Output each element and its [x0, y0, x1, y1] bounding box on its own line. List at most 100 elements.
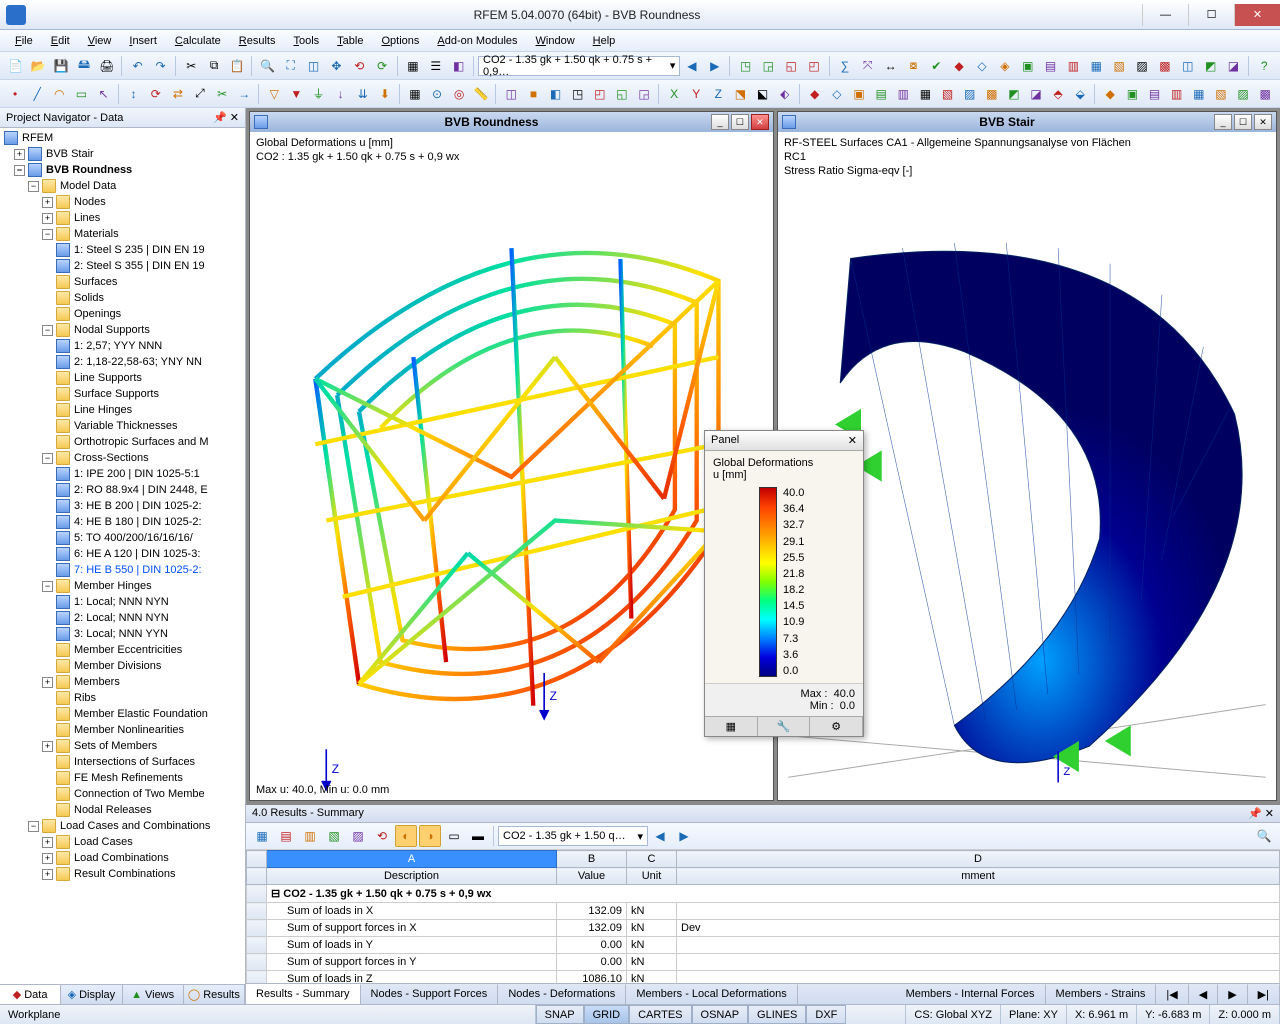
chk-icon[interactable]: ✔ — [926, 55, 947, 77]
undo-icon[interactable]: ↶ — [127, 55, 148, 77]
trans-icon[interactable]: ◧ — [546, 83, 566, 105]
iso-icon[interactable]: ◳ — [568, 83, 588, 105]
table-icon[interactable]: ▦ — [403, 55, 424, 77]
tree-lcc[interactable]: −Load Cases and Combinations — [0, 818, 245, 834]
solid-icon[interactable]: ■ — [523, 83, 543, 105]
sup2-icon[interactable]: ▼ — [286, 83, 306, 105]
menu-table[interactable]: Table — [328, 33, 372, 49]
pan-icon[interactable]: ✥ — [326, 55, 347, 77]
rtab-summary[interactable]: Results - Summary — [246, 984, 361, 1004]
tree-item[interactable]: −Nodal Supports — [0, 322, 245, 338]
line-icon[interactable]: ╱ — [27, 83, 47, 105]
res11-icon[interactable]: ◫ — [1177, 55, 1198, 77]
osnap-icon[interactable]: ◎ — [449, 83, 469, 105]
tree-item[interactable]: Solids — [0, 290, 245, 306]
res5-icon[interactable]: ▤ — [1040, 55, 1061, 77]
tree-root[interactable]: RFEM — [0, 130, 245, 146]
tree-item[interactable]: Openings — [0, 306, 245, 322]
col-a[interactable]: A — [267, 851, 557, 868]
res9-icon[interactable]: ▨ — [1132, 55, 1153, 77]
loadcase-dropdown[interactable]: CO2 - 1.35 gk + 1.50 qk + 0.75 s + 0,9…▾ — [478, 56, 680, 76]
tree-lcc-item[interactable]: +Load Combinations — [0, 850, 245, 866]
tree-lcc-item[interactable]: +Load Cases — [0, 834, 245, 850]
view1-canvas[interactable]: Global Deformations u [mm]CO2 : 1.35 gk … — [250, 132, 773, 800]
d4-icon[interactable]: ▤ — [871, 83, 891, 105]
cube2-icon[interactable]: ◲ — [758, 55, 779, 77]
rtab-memdef[interactable]: Members - Local Deformations — [626, 984, 797, 1004]
tree-item[interactable]: Surface Supports — [0, 386, 245, 402]
view1-close-button[interactable]: ✕ — [751, 114, 769, 130]
e2-icon[interactable]: ▣ — [1122, 83, 1142, 105]
maximize-button[interactable]: ☐ — [1188, 4, 1234, 26]
tree-item[interactable]: 1: Local; NNN NYN — [0, 594, 245, 610]
view1-min-button[interactable]: _ — [711, 114, 729, 130]
sel-icon[interactable]: ↖ — [94, 83, 114, 105]
col-d[interactable]: D — [677, 851, 1280, 868]
tree-item[interactable]: Connection of Two Membe — [0, 786, 245, 802]
header-unit[interactable]: Unit — [627, 868, 677, 885]
tree-item[interactable]: Variable Thicknesses — [0, 418, 245, 434]
front-icon[interactable]: ◰ — [590, 83, 610, 105]
rt-btn6-icon[interactable]: ⟲ — [371, 825, 393, 847]
res8-icon[interactable]: ▧ — [1109, 55, 1130, 77]
table-row[interactable]: Sum of support forces in X132.09kNDev — [247, 920, 1280, 937]
prev-lc-icon[interactable]: ◀ — [681, 55, 702, 77]
open-icon[interactable]: 📂 — [28, 55, 49, 77]
tree-item[interactable]: Member Elastic Foundation — [0, 706, 245, 722]
menu-file[interactable]: File — [6, 33, 42, 49]
new-icon[interactable]: 📄 — [5, 55, 26, 77]
tree-item[interactable]: Member Divisions — [0, 658, 245, 674]
tree-item[interactable]: 2: Local; NNN NYN — [0, 610, 245, 626]
navigator-pin-icon[interactable]: 📌 ✕ — [213, 111, 239, 124]
xy-icon[interactable]: ⬔ — [730, 83, 750, 105]
res4-icon[interactable]: ▣ — [1017, 55, 1038, 77]
tree-item[interactable]: 1: 2,57; YYY NNN — [0, 338, 245, 354]
tree-item[interactable]: 5: TO 400/200/16/16/16/ — [0, 530, 245, 546]
tree-item[interactable]: 4: HE B 180 | DIN 1025-2: — [0, 514, 245, 530]
menu-results[interactable]: Results — [230, 33, 285, 49]
redo-icon[interactable]: ↷ — [150, 55, 171, 77]
d9-icon[interactable]: ▩ — [982, 83, 1002, 105]
col-c[interactable]: C — [627, 851, 677, 868]
rt-btn8-icon[interactable]: ◑ — [419, 825, 441, 847]
zax-icon[interactable]: Z — [708, 83, 728, 105]
menu-insert[interactable]: Insert — [120, 33, 166, 49]
tree-model-stair[interactable]: +BVB Stair — [0, 146, 245, 162]
tree-item[interactable]: 7: HE B 550 | DIN 1025-2: — [0, 562, 245, 578]
rtab-memint[interactable]: Members - Internal Forces — [896, 984, 1046, 1004]
load3-icon[interactable]: ⬇ — [375, 83, 395, 105]
legend-panel[interactable]: Panel ✕ Global Deformations u [mm] 40.03… — [704, 430, 864, 737]
view1-max-button[interactable]: ☐ — [731, 114, 749, 130]
copy-icon[interactable]: ⧉ — [204, 55, 225, 77]
tree-item[interactable]: 2: 1,18-22,58-63; YNY NN — [0, 354, 245, 370]
d5-icon[interactable]: ▥ — [893, 83, 913, 105]
col-b[interactable]: B — [557, 851, 627, 868]
tree-item[interactable]: 1: Steel S 235 | DIN EN 19 — [0, 242, 245, 258]
tree-item[interactable]: −Member Hinges — [0, 578, 245, 594]
d10-icon[interactable]: ◩ — [1004, 83, 1024, 105]
tree-model-roundness[interactable]: −BVB Roundness — [0, 162, 245, 178]
rtab-nav-last[interactable]: ▶| — [1248, 984, 1280, 1004]
rot2-icon[interactable]: ⟳ — [146, 83, 166, 105]
status-dxf[interactable]: DXF — [806, 1005, 846, 1024]
snap-icon[interactable]: ⊙ — [427, 83, 447, 105]
panel-tab-1[interactable]: ▦ — [705, 717, 758, 736]
menu-tools[interactable]: Tools — [284, 33, 328, 49]
tree-item[interactable]: 2: Steel S 355 | DIN EN 19 — [0, 258, 245, 274]
tree-item[interactable]: Nodal Releases — [0, 802, 245, 818]
calc-icon[interactable]: ∑ — [834, 55, 855, 77]
next-lc-icon[interactable]: ▶ — [704, 55, 725, 77]
grid-icon[interactable]: ▦ — [405, 83, 425, 105]
e6-icon[interactable]: ▧ — [1211, 83, 1231, 105]
tree-item[interactable]: 3: Local; NNN YYN — [0, 626, 245, 642]
zoomwin-icon[interactable]: ◫ — [303, 55, 324, 77]
trim-icon[interactable]: ✂ — [212, 83, 232, 105]
tree-item[interactable]: 3: HE B 200 | DIN 1025-2: — [0, 498, 245, 514]
tree-item[interactable]: 2: RO 88.9x4 | DIN 2448, E — [0, 482, 245, 498]
surf-icon[interactable]: ▭ — [71, 83, 91, 105]
res13-icon[interactable]: ◪ — [1223, 55, 1244, 77]
rtab-memstr[interactable]: Members - Strains — [1046, 984, 1157, 1004]
rt-prev-icon[interactable]: ◀ — [649, 825, 671, 847]
help-icon[interactable]: ? — [1254, 55, 1275, 77]
results-table[interactable]: A B C D Description Value Unit mment ⊟ C… — [246, 850, 1280, 983]
